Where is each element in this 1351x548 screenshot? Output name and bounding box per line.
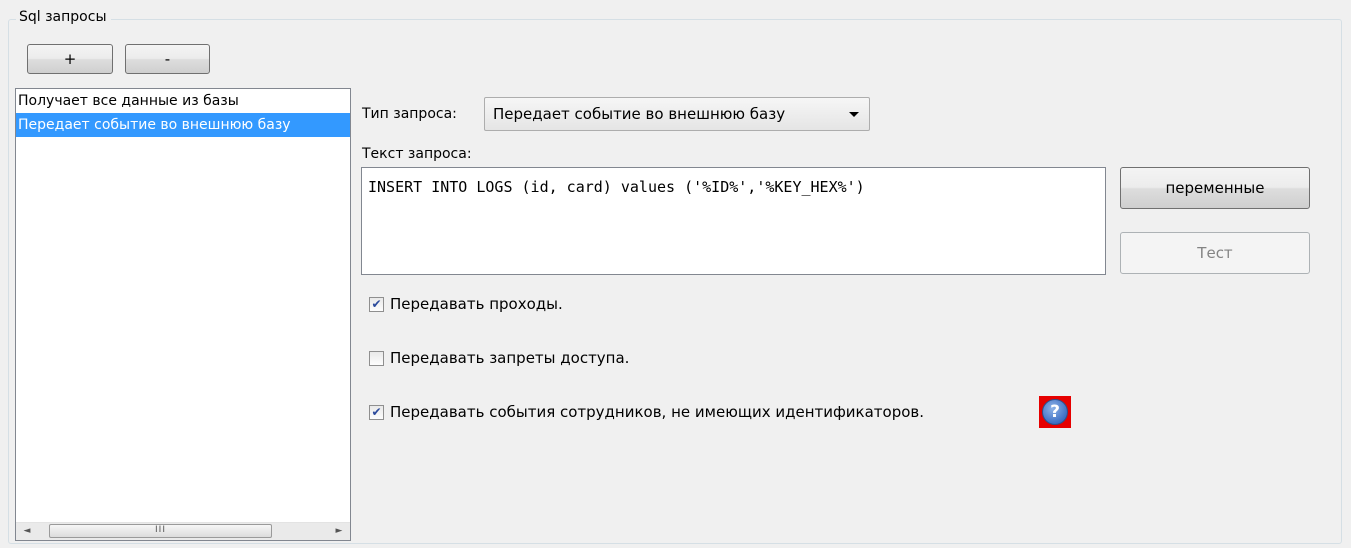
- access-denied-checkbox[interactable]: [369, 350, 384, 366]
- help-button[interactable]: ?: [1039, 396, 1071, 428]
- pass-events-checkbox[interactable]: ✔: [369, 296, 384, 312]
- access-denied-option[interactable]: Передавать запреты доступа.: [369, 348, 629, 368]
- group-title: Sql запросы: [16, 8, 111, 26]
- remove-button-label: -: [164, 50, 171, 68]
- query-type-value: Передает событие во внешнюю базу: [493, 105, 786, 123]
- chevron-down-icon: [849, 112, 859, 117]
- add-button-label: +: [63, 50, 77, 68]
- check-icon: ✔: [371, 297, 382, 311]
- horizontal-scrollbar[interactable]: ◄ III ►: [16, 522, 350, 540]
- variables-button[interactable]: переменные: [1120, 167, 1310, 209]
- help-icon: ?: [1042, 399, 1068, 425]
- help-glyph: ?: [1050, 402, 1060, 422]
- variables-button-label: переменные: [1165, 179, 1265, 197]
- scroll-grip-icon: III: [155, 525, 166, 535]
- no-id-employees-option[interactable]: ✔ Передавать события сотрудников, не име…: [369, 402, 924, 422]
- test-button[interactable]: Тест: [1120, 232, 1310, 274]
- queries-list[interactable]: Получает все данные из базы Передает соб…: [15, 88, 351, 541]
- no-id-employees-label: Передавать события сотрудников, не имеющ…: [390, 403, 925, 421]
- query-type-select[interactable]: Передает событие во внешнюю базу: [484, 97, 870, 131]
- scroll-right-arrow-icon[interactable]: ►: [330, 523, 348, 540]
- add-query-button[interactable]: +: [27, 44, 113, 74]
- scroll-thumb[interactable]: III: [49, 524, 272, 538]
- query-text-input[interactable]: INSERT INTO LOGS (id, card) values ('%ID…: [361, 167, 1106, 275]
- no-id-employees-checkbox[interactable]: ✔: [369, 404, 384, 420]
- check-icon: ✔: [371, 405, 382, 419]
- scroll-left-arrow-icon[interactable]: ◄: [18, 523, 36, 540]
- remove-query-button[interactable]: -: [125, 44, 210, 74]
- test-button-label: Тест: [1197, 244, 1233, 262]
- list-item[interactable]: Передает событие во внешнюю базу: [16, 113, 350, 137]
- query-text-label: Текст запроса:: [362, 146, 472, 162]
- access-denied-label: Передавать запреты доступа.: [390, 349, 630, 367]
- list-item[interactable]: Получает все данные из базы: [16, 89, 350, 113]
- pass-events-label: Передавать проходы.: [390, 295, 563, 313]
- query-type-label: Тип запроса:: [362, 106, 457, 122]
- pass-events-option[interactable]: ✔ Передавать проходы.: [369, 294, 563, 314]
